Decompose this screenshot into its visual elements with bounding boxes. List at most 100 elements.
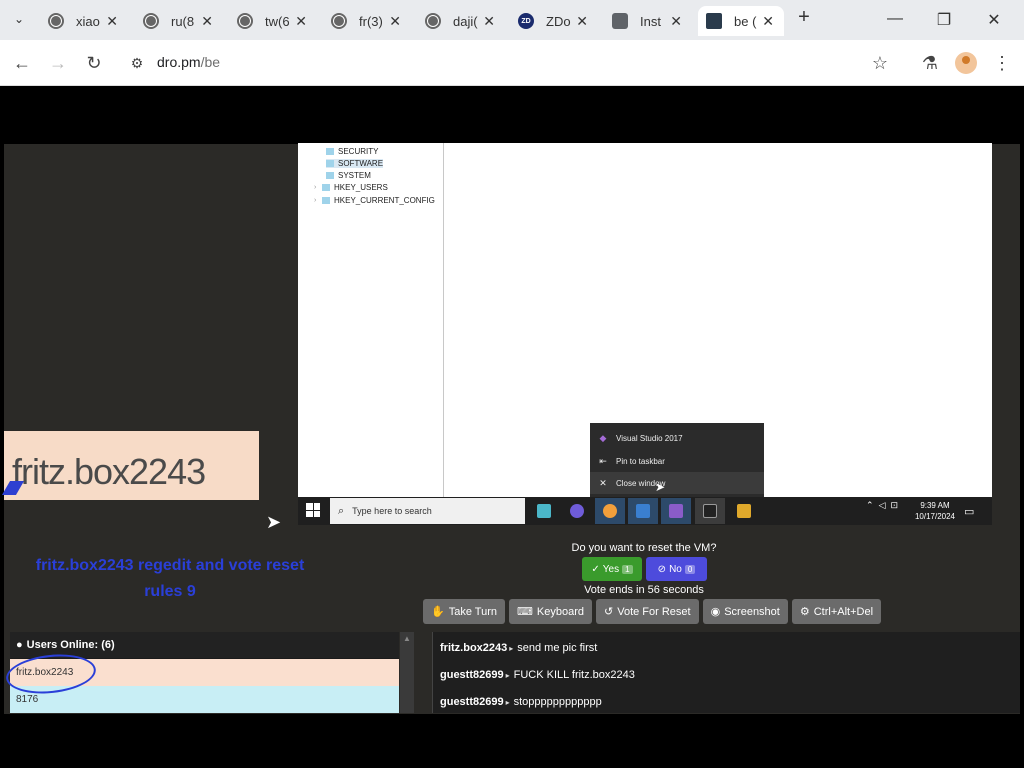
tab-search-chevron-icon[interactable]: ⌄ [10,12,28,28]
taskbar-app-icon[interactable] [529,498,559,524]
vm-mouse-cursor-icon: ➤ [655,480,666,494]
new-tab-icon[interactable]: + [792,6,816,29]
folder-icon [326,172,334,179]
tab-strip: ⌄ xiao ✕ ru(8 ✕ tw(6 ✕ fr(3) ✕ daji( ✕ Z… [0,0,1024,40]
close-tab-icon[interactable]: ✕ [201,13,213,30]
instagram-icon [612,13,628,29]
globe-icon [143,13,159,29]
yes-count-badge: 1 [622,564,633,574]
taskbar-clock[interactable]: 9:39 AM 10/17/2024 [914,500,956,522]
close-tab-icon[interactable]: ✕ [106,13,118,30]
folder-icon [326,148,334,155]
taskbar-app-icon[interactable] [729,498,759,524]
ban-icon: ⊘ [657,563,667,575]
tab-label: fr(3) [359,13,383,29]
close-tab-icon[interactable]: ✕ [483,13,495,30]
pin-icon: ⇤ [599,455,607,466]
chrome-icon[interactable] [595,498,625,524]
caret-right-icon: ▸ [505,698,510,707]
close-tab-icon[interactable]: ✕ [389,13,401,30]
chat-message: guestt82699 ▸ FUCK KILL fritz.box2243 [440,669,635,681]
notepad-icon[interactable] [628,498,658,524]
vote-no-button[interactable]: ⊘ No 0 [646,557,707,581]
users-scrollbar[interactable] [400,632,414,713]
tab-1[interactable]: xiao ✕ [48,6,118,36]
site-settings-icon[interactable]: ⚙ [126,52,148,74]
forward-icon[interactable]: → [47,52,69,74]
jumplist-app-item[interactable]: ◆ Visual Studio 2017 [590,427,764,449]
check-icon: ✓ [591,563,600,575]
windows-start-icon[interactable] [306,503,320,517]
annotation-message: fritz.box2243 regedit and vote reset rul… [35,557,305,600]
gear-icon: ⚙ [799,606,810,618]
bookmark-star-icon[interactable]: ☆ [869,52,891,74]
globe-icon [237,13,253,29]
take-turn-button[interactable]: ✋ Take Turn [423,599,506,624]
address-bar[interactable]: dro.pm/be [157,54,220,70]
back-icon[interactable]: ← [11,52,33,74]
close-tab-icon[interactable]: ✕ [295,13,307,30]
close-tab-icon[interactable]: ✕ [670,13,682,30]
reload-icon[interactable]: ↻ [83,52,105,74]
tab-8-active[interactable]: be ( ✕ [698,6,784,36]
chat-message: fritz.box2243 ▸ send me pic first [440,642,598,654]
firefox-icon[interactable] [562,498,592,524]
volume-icon[interactable]: ◁ [879,500,886,511]
tab-2[interactable]: ru(8 ✕ [143,6,213,36]
visual-studio-icon: ◆ [599,432,607,443]
registry-item[interactable]: › HKEY_USERS [314,183,388,192]
url-path: /be [200,54,221,70]
close-window-icon[interactable]: ✕ [982,10,1006,30]
terminal-icon[interactable] [695,498,725,524]
mouse-cursor-icon: ➤ [266,512,282,532]
close-tab-icon[interactable]: ✕ [762,13,774,30]
registry-item[interactable]: SECURITY [326,147,378,156]
address-toolbar: ← → ↻ ⚙ dro.pm/be ☆ ⚗ ⋮ [0,40,1024,86]
keyboard-icon: ⌨ [517,606,533,618]
chevron-up-icon[interactable]: ⌃ [866,500,874,511]
chat-message: guestt82699 ▸ stopppppppppppp [440,696,602,708]
labs-flask-icon[interactable]: ⚗ [919,52,941,74]
close-tab-icon[interactable]: ✕ [576,13,588,30]
tab-6[interactable]: ZD ZDo ✕ [518,6,588,36]
profile-avatar[interactable] [955,52,977,74]
registry-item[interactable]: SYSTEM [326,171,371,180]
tab-3[interactable]: tw(6 ✕ [237,6,307,36]
tab-4[interactable]: fr(3) ✕ [331,6,401,36]
jumplist-close-item[interactable]: ✕ Close window [590,472,764,494]
site-icon [706,13,722,29]
tab-5[interactable]: daji( ✕ [425,6,495,36]
vote-reset-button[interactable]: ↺ Vote For Reset [596,599,699,624]
chevron-right-icon: › [314,197,317,204]
vote-yes-button[interactable]: ✓ Yes 1 [582,557,642,581]
folder-icon [322,184,330,191]
jumplist-pin-item[interactable]: ⇤ Pin to taskbar [590,450,764,472]
notification-icon[interactable]: ▭ [964,505,974,518]
tab-label: be ( [734,13,757,29]
screenshot-button[interactable]: ◉ Screenshot [702,599,788,624]
folder-icon [322,197,330,204]
taskbar-search-input[interactable]: ⌕ Type here to search [330,498,525,524]
keyboard-button[interactable]: ⌨ Keyboard [509,599,592,624]
user-icon: ● [16,639,23,651]
undo-icon: ↺ [604,606,614,618]
folder-icon [326,160,334,167]
ctrl-alt-del-button[interactable]: ⚙ Ctrl+Alt+Del [791,599,882,624]
visual-studio-taskbar-icon[interactable] [661,498,691,524]
caret-right-icon: ▸ [505,671,510,680]
globe-icon [48,13,64,29]
registry-tree: SECURITY SOFTWARE SYSTEM › HKEY_USERS › HK… [298,143,444,497]
globe-icon [331,13,347,29]
registry-item[interactable]: › HKEY_CURRENT_CONFIG [314,196,435,205]
hand-icon: ✋ [431,606,445,618]
tab-label: ZDo [546,13,571,29]
registry-item-selected[interactable]: SOFTWARE [326,159,384,168]
minimize-icon[interactable]: — [883,10,907,28]
restore-icon[interactable]: ❐ [932,10,956,30]
menu-dots-icon[interactable]: ⋮ [991,52,1013,74]
system-tray: ⌃ ◁ ⊡ [866,500,898,511]
tab-label: ru(8 [171,13,195,29]
chat-panel: fritz.box2243 ▸ send me pic first guestt82… [432,632,1020,713]
network-icon[interactable]: ⊡ [891,500,899,511]
tab-7[interactable]: Inst ✕ [612,6,682,36]
